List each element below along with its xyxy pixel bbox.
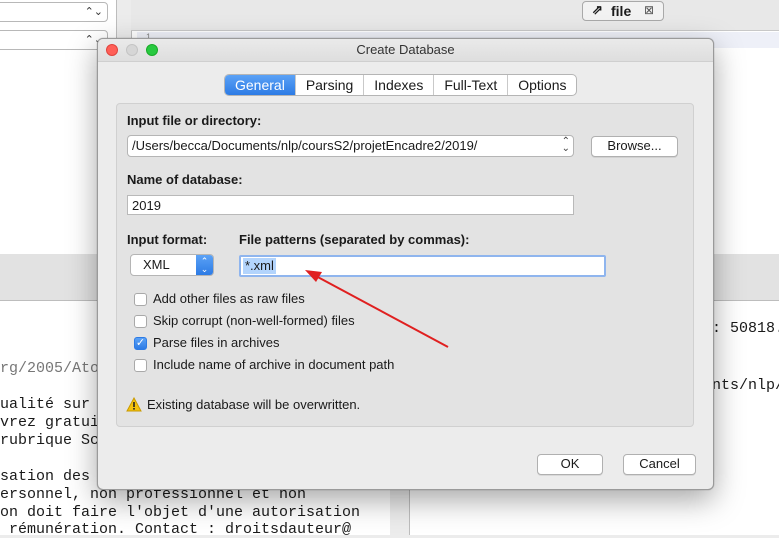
checkbox-archive-name[interactable] — [134, 359, 147, 372]
input-format-label: Input format: — [127, 232, 208, 247]
result-line: rubrique Sci — [0, 432, 109, 449]
tab-indexes[interactable]: Indexes — [364, 75, 435, 95]
warning-text: Existing database will be overwritten. — [147, 397, 361, 412]
input-format-select[interactable]: XML ⌃ ⌄ — [130, 254, 214, 276]
db-name-label: Name of database: — [127, 172, 243, 187]
result-line: rémunération. Contact : droitsdauteur@ — [0, 521, 352, 538]
result-line: sation des t — [0, 468, 109, 485]
dialog-titlebar: Create Database — [98, 39, 713, 62]
checkbox-parse-archives[interactable]: ✓ — [134, 337, 147, 350]
dialog-title: Create Database — [356, 42, 455, 57]
info-line: nts/nlp/c — [712, 377, 779, 394]
tab-file[interactable]: ⇗ file ⊠ — [582, 1, 664, 21]
file-patterns-value: *.xml — [243, 258, 276, 274]
result-line: vrez gratuit — [0, 414, 109, 431]
chevron-updown-icon: ⌃⌄ — [196, 255, 213, 275]
info-line: : 50818. — [712, 320, 779, 337]
tab-options[interactable]: Options — [508, 75, 576, 95]
input-format-value: XML — [143, 257, 170, 272]
ok-button[interactable]: OK — [537, 454, 603, 475]
chevron-updown-icon: ⌃⌄ — [84, 6, 103, 18]
editor-tabbar — [131, 0, 779, 31]
external-link-icon: ⇗ — [592, 2, 603, 17]
checkbox-archive-name-label: Include name of archive in document path — [153, 357, 395, 372]
input-path-combo[interactable]: /Users/becca/Documents/nlp/coursS2/proje… — [127, 135, 574, 157]
file-patterns-field[interactable]: *.xml — [239, 255, 606, 277]
db-name-field[interactable]: 2019 — [127, 195, 574, 215]
checkbox-skip-corrupt[interactable] — [134, 315, 147, 328]
db-name-value: 2019 — [132, 198, 161, 213]
tab-general[interactable]: General — [225, 75, 296, 95]
result-line: ualité sur l — [0, 396, 109, 413]
left-select-2[interactable]: ⌃⌄ — [0, 30, 108, 50]
input-path-value: /Users/becca/Documents/nlp/coursS2/proje… — [132, 138, 478, 153]
left-select-1[interactable]: ⌃⌄ — [0, 2, 108, 22]
chevron-updown-icon: ⌃⌄ — [561, 136, 570, 154]
tab-parsing[interactable]: Parsing — [296, 75, 365, 95]
result-line: on doit faire l'objet d'une autorisation — [0, 504, 361, 521]
create-database-dialog: Create Database General Parsing Indexes … — [97, 38, 714, 490]
checkbox-raw-files-label: Add other files as raw files — [153, 291, 305, 306]
tab-file-label: file — [611, 3, 632, 19]
input-path-label: Input file or directory: — [127, 113, 262, 128]
checkbox-parse-archives-label: Parse files in archives — [153, 335, 280, 350]
file-patterns-label: File patterns (separated by commas): — [239, 232, 470, 247]
checkbox-raw-files[interactable] — [134, 293, 147, 306]
close-icon[interactable]: ⊠ — [644, 3, 654, 17]
checkbox-skip-corrupt-label: Skip corrupt (non-well-formed) files — [153, 313, 355, 328]
warning-icon — [126, 397, 142, 412]
dialog-tabs: General Parsing Indexes Full-Text Option… — [224, 74, 578, 96]
tab-full-text[interactable]: Full-Text — [434, 75, 509, 95]
browse-button[interactable]: Browse... — [591, 136, 678, 157]
cancel-button[interactable]: Cancel — [623, 454, 696, 475]
result-line: rg/2005/Atom — [0, 360, 109, 377]
